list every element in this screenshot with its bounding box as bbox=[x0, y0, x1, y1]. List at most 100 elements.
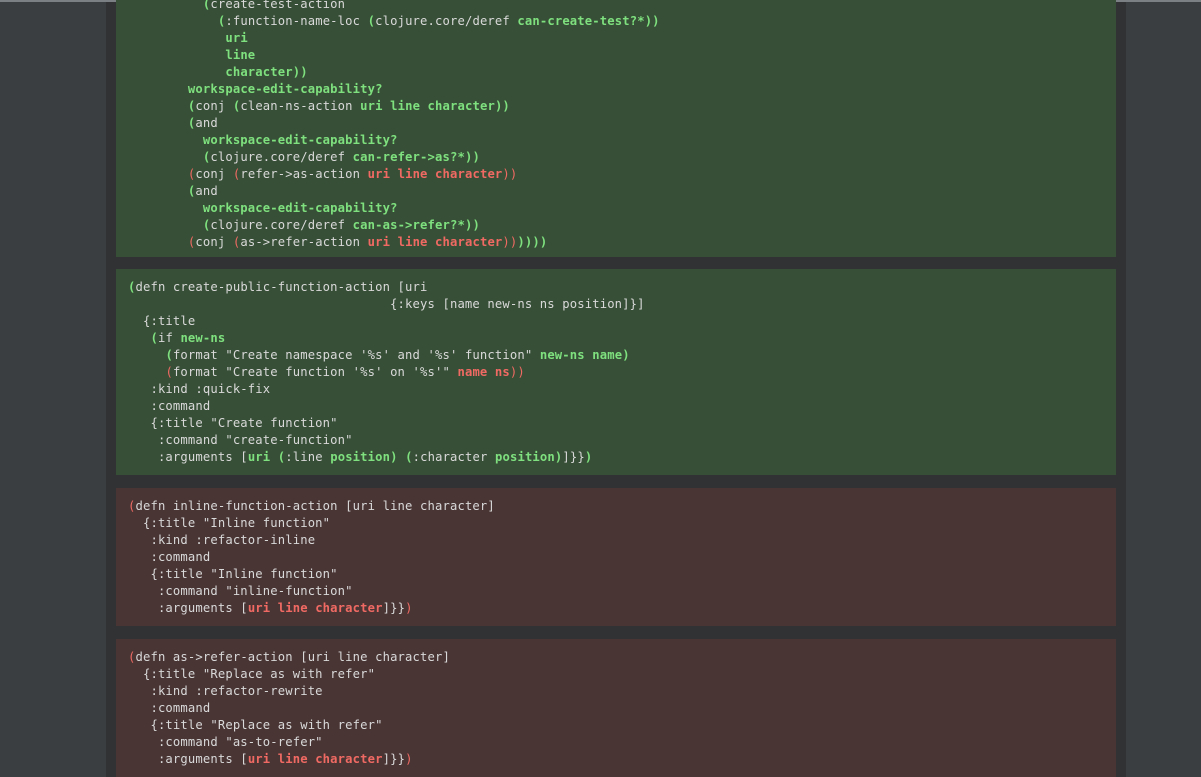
code-token: workspace-edit-capability? bbox=[202, 133, 398, 147]
code-token: if bbox=[157, 331, 181, 345]
code-token: format "Create namespace '%s' and '%s' f… bbox=[172, 348, 540, 362]
code-line: workspace-edit-capability? bbox=[128, 200, 1116, 217]
code-line: {:title bbox=[128, 313, 1116, 330]
code-token: uri bbox=[225, 31, 248, 45]
code-token: conj bbox=[195, 99, 233, 113]
code-token: :kind :refactor-inline bbox=[128, 533, 316, 547]
code-token: uri bbox=[247, 450, 271, 464]
code-token: workspace-edit-capability? bbox=[202, 201, 398, 215]
code-line: :arguments [uri line character]}}) bbox=[128, 600, 1116, 617]
code-token: as->refer-action bbox=[240, 235, 368, 249]
code-line: {:title "Replace as with refer" bbox=[128, 717, 1116, 734]
code-token: can-as->refer?* bbox=[352, 218, 465, 232]
code-token: clojure.core/deref bbox=[375, 14, 518, 28]
code-token: ]}} bbox=[382, 601, 406, 615]
code-token: ]}} bbox=[562, 450, 585, 464]
code-token: position bbox=[330, 450, 391, 464]
code-token: {:title "Replace as with refer" bbox=[128, 667, 376, 681]
code-line: (clojure.core/deref can-refer->as?*)) bbox=[128, 149, 1116, 166]
code-line: :command bbox=[128, 398, 1116, 415]
code-token: ( bbox=[128, 280, 136, 294]
code-line: :command bbox=[128, 700, 1116, 717]
code-token: )) bbox=[509, 365, 525, 379]
code-line: (defn create-public-function-action [uri bbox=[128, 279, 1116, 296]
code-token: create-test-action bbox=[210, 0, 346, 11]
code-token: ( bbox=[165, 365, 173, 379]
code-lines: (defn create-public-function-action [uri… bbox=[128, 269, 1116, 466]
code-token: )) bbox=[464, 218, 480, 232]
code-token: )) bbox=[644, 14, 660, 28]
code-line: (clojure.core/deref can-as->refer?*)) bbox=[128, 217, 1116, 234]
code-line: (conj (refer->as-action uri line charact… bbox=[128, 166, 1116, 183]
code-line: (if new-ns bbox=[128, 330, 1116, 347]
code-line: (format "Create function '%s' on '%s'" n… bbox=[128, 364, 1116, 381]
code-token: uri line character bbox=[367, 167, 503, 181]
code-token: can-create-test?* bbox=[517, 14, 645, 28]
code-token: {:title bbox=[128, 314, 196, 328]
code-token: clojure.core/deref bbox=[210, 218, 353, 232]
code-token: line bbox=[225, 48, 256, 62]
code-token: :kind :refactor-rewrite bbox=[128, 684, 323, 698]
code-block-as-refer-action: (defn as->refer-action [uri line charact… bbox=[116, 639, 1116, 777]
code-line: {:title "Inline function" bbox=[128, 515, 1116, 532]
code-token: refer->as-action bbox=[240, 167, 368, 181]
code-token: ( bbox=[165, 348, 173, 362]
code-line: (defn as->refer-action [uri line charact… bbox=[128, 649, 1116, 666]
code-line: (create-test-action bbox=[128, 0, 1116, 13]
code-lines: (defn inline-function-action [uri line c… bbox=[128, 488, 1116, 617]
code-token: uri line character bbox=[247, 752, 383, 766]
code-token: name ns bbox=[457, 365, 510, 379]
code-token: :line bbox=[285, 450, 331, 464]
code-token: ( bbox=[128, 650, 136, 664]
code-token: :command "inline-function" bbox=[128, 584, 353, 598]
code-token: :command bbox=[128, 399, 211, 413]
code-token: )) bbox=[494, 99, 510, 113]
code-token: workspace-edit-capability? bbox=[187, 82, 383, 96]
code-token: uri line character bbox=[247, 601, 383, 615]
code-line: :kind :refactor-rewrite bbox=[128, 683, 1116, 700]
code-token: position bbox=[495, 450, 555, 464]
code-line: :arguments [uri (:line position) (:chara… bbox=[128, 449, 1116, 466]
code-line: (conj (clean-ns-action uri line characte… bbox=[128, 98, 1116, 115]
code-token: :arguments [ bbox=[128, 450, 248, 464]
code-token: ( bbox=[367, 14, 376, 28]
code-token: can-refer->as?* bbox=[352, 150, 465, 164]
code-line: line bbox=[128, 47, 1116, 64]
code-line: (and bbox=[128, 115, 1116, 132]
code-token: :arguments [ bbox=[128, 752, 248, 766]
code-line: character)) bbox=[128, 64, 1116, 81]
code-token: :character bbox=[412, 450, 495, 464]
code-token: clojure.core/deref bbox=[210, 150, 353, 164]
code-token: ]}} bbox=[382, 752, 406, 766]
code-lines: (defn as->refer-action [uri line charact… bbox=[128, 639, 1116, 768]
code-line: :kind :quick-fix bbox=[128, 381, 1116, 398]
code-line: {:title "Create function" bbox=[128, 415, 1116, 432]
code-token: uri line character bbox=[367, 235, 503, 249]
code-token: )) bbox=[502, 235, 518, 249]
code-token: defn create-public-function-action [uri bbox=[135, 280, 428, 294]
code-line: (defn inline-function-action [uri line c… bbox=[128, 498, 1116, 515]
code-token: ( bbox=[150, 331, 158, 345]
code-token: conj bbox=[195, 167, 233, 181]
code-token: ) bbox=[584, 450, 593, 464]
code-token: )))) bbox=[517, 235, 548, 249]
code-line: :command bbox=[128, 549, 1116, 566]
code-token: and bbox=[195, 116, 218, 130]
code-line: :kind :refactor-inline bbox=[128, 532, 1116, 549]
code-token: )) bbox=[292, 65, 308, 79]
code-token: ) bbox=[622, 348, 630, 362]
code-line: {:keys [name new-ns ns position]}] bbox=[128, 296, 1116, 313]
code-token: and bbox=[195, 184, 218, 198]
code-token: :command "create-function" bbox=[128, 433, 353, 447]
